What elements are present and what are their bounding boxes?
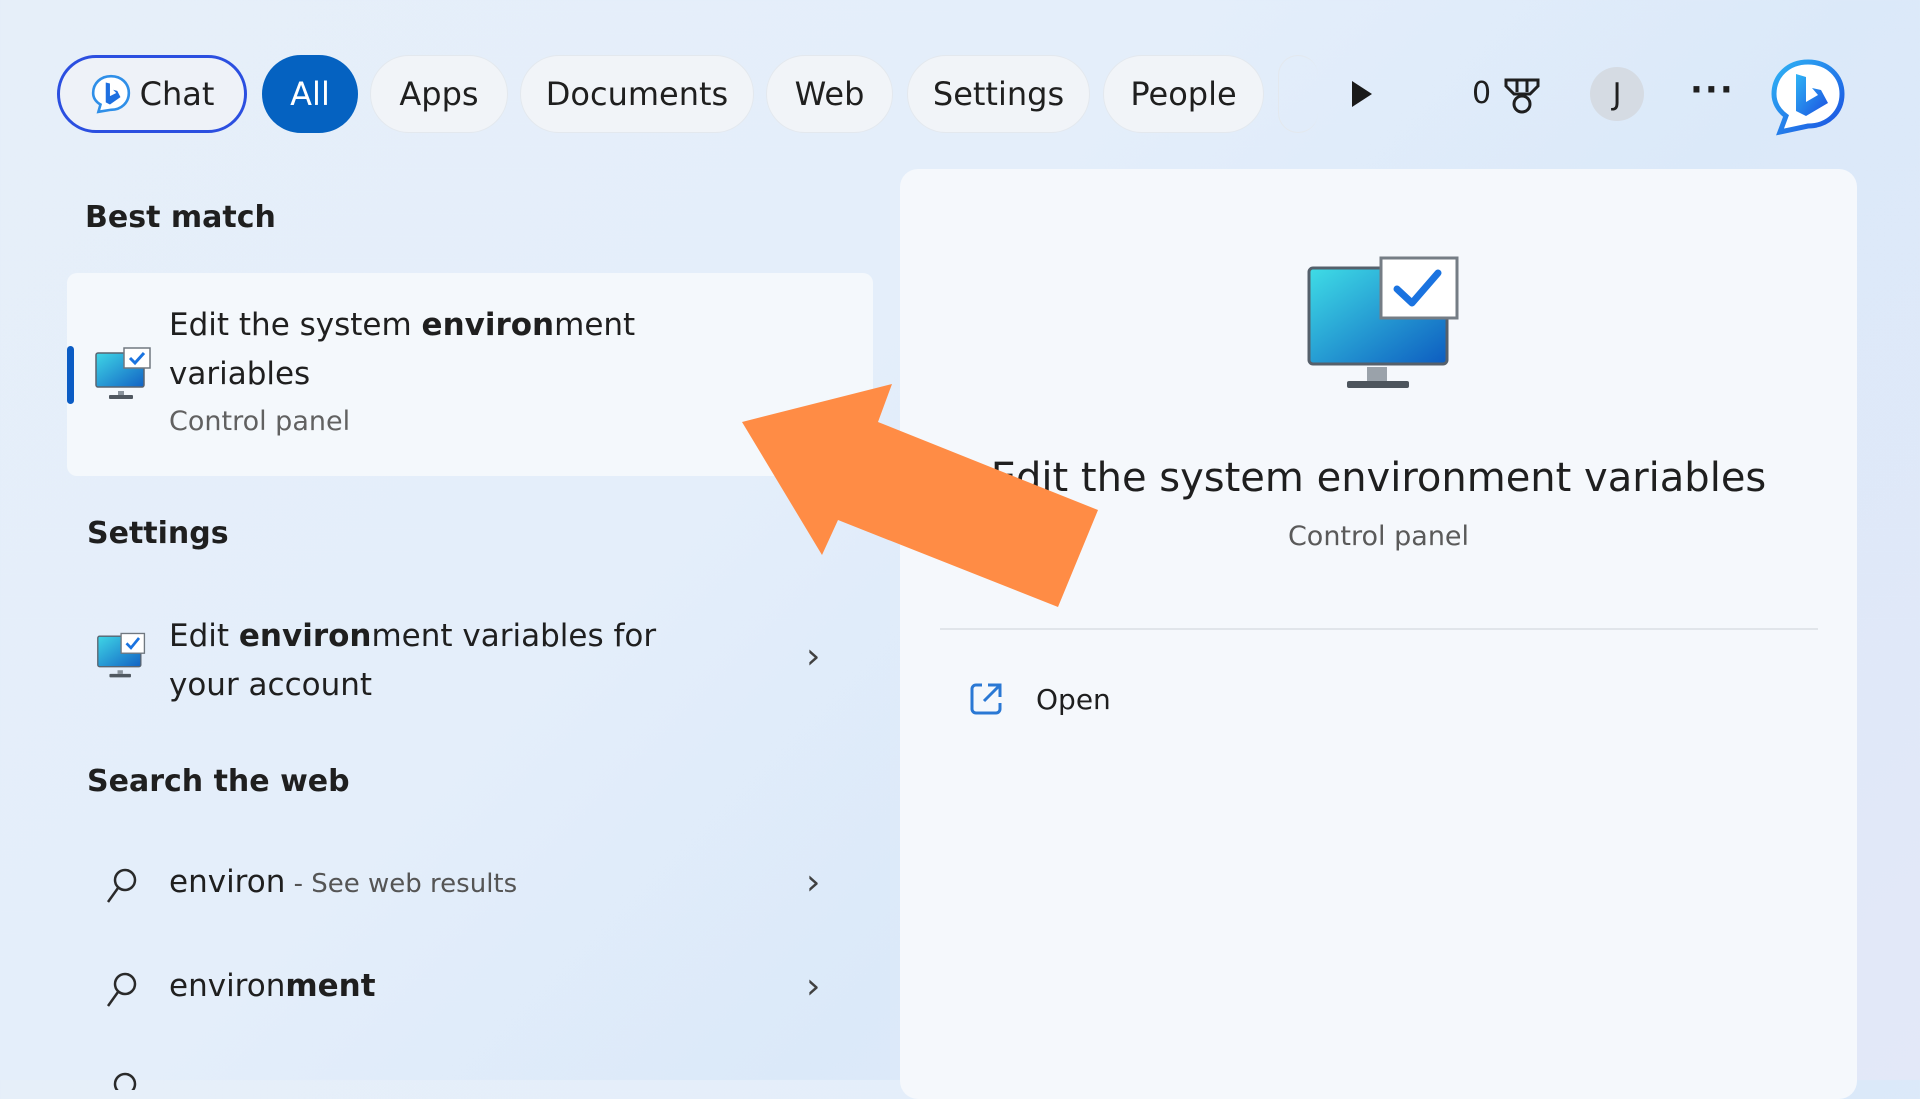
system-settings-monitor-icon	[97, 632, 146, 678]
open-action[interactable]: Open	[968, 681, 1111, 717]
tab-documents[interactable]: Documents	[520, 55, 754, 133]
details-pane: Edit the system environment variables Co…	[900, 169, 1857, 1099]
system-settings-monitor-icon-large	[1307, 256, 1459, 388]
chevron-right-icon[interactable]: ›	[806, 862, 820, 903]
chevron-right-icon[interactable]: ›	[806, 966, 820, 1007]
open-label: Open	[1036, 682, 1111, 716]
search-icon	[113, 1072, 137, 1090]
details-subtitle: Control panel	[1287, 521, 1470, 552]
best-match-title: Edit the system environment variables	[169, 307, 636, 392]
search-icon	[106, 972, 137, 1007]
tab-apps[interactable]: Apps	[370, 55, 508, 133]
details-title: Edit the system environment variables	[990, 455, 1767, 501]
open-external-icon	[970, 683, 1002, 715]
search-web-header: Search the web	[87, 764, 350, 799]
tab-web[interactable]: Web	[766, 55, 893, 133]
selection-indicator	[67, 346, 74, 404]
rewards-count: 0	[1472, 76, 1492, 111]
tab-people[interactable]: People	[1103, 55, 1264, 133]
divider	[940, 628, 1818, 630]
tab-apps-label: Apps	[399, 75, 479, 113]
bing-chat-icon	[91, 74, 130, 114]
search-icon	[106, 868, 137, 903]
tab-people-label: People	[1130, 75, 1237, 113]
rewards-medal-icon[interactable]	[1502, 76, 1542, 116]
best-match-header: Best match	[85, 200, 276, 235]
avatar-initial: J	[1612, 76, 1622, 112]
tab-all[interactable]: All	[262, 55, 358, 133]
best-match-subtitle: Control panel	[169, 406, 351, 437]
tab-all-label: All	[290, 75, 330, 113]
settings-result-title: Edit environment variables for your acco…	[169, 618, 657, 703]
tab-web-label: Web	[794, 75, 865, 113]
web-result-text: environment	[169, 968, 376, 1004]
web-result-text: environ - See web results	[169, 864, 518, 900]
web-result-item-partial[interactable]	[67, 1055, 873, 1095]
tab-overflow-clipped[interactable]	[1278, 55, 1318, 133]
chat-button[interactable]: Chat	[57, 55, 247, 133]
bing-logo-icon[interactable]	[1768, 56, 1848, 136]
settings-header: Settings	[87, 516, 229, 551]
scroll-tabs-right-icon[interactable]	[1352, 81, 1372, 107]
avatar[interactable]: J	[1590, 67, 1644, 121]
chevron-right-icon[interactable]: ›	[806, 636, 820, 677]
more-options-button[interactable]: ···	[1690, 70, 1735, 110]
tab-settings-label: Settings	[932, 75, 1065, 113]
chat-label: Chat	[139, 75, 215, 113]
system-settings-monitor-icon	[95, 347, 151, 399]
tab-documents-label: Documents	[545, 75, 729, 113]
tab-settings[interactable]: Settings	[907, 55, 1090, 133]
